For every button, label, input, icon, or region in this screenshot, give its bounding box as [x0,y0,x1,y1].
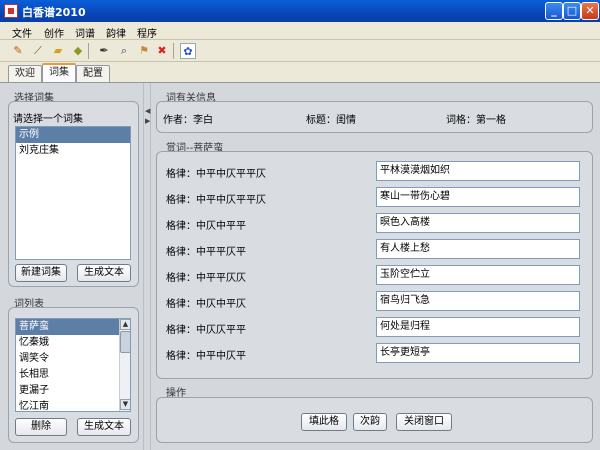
menu-bar: 文件 创作 词谱 韵律 程序 [0,22,600,40]
menu-rhyme[interactable]: 韵律 [106,25,126,40]
scroll-thumb[interactable] [120,331,130,353]
list-item[interactable]: 菩萨蛮 [16,319,130,335]
select-collection-panel: 请选择一个词集 示例 刘克庄集 新建词集 生成文本 [8,101,139,287]
generate-text-button[interactable]: 生成文本 [77,264,131,282]
tab-welcome[interactable]: 欢迎 [8,65,42,82]
list-item[interactable]: 忆江南 [16,399,130,411]
meter-label: 格律：中仄中平平 [166,221,246,232]
collection-listbox[interactable]: 示例 刘克庄集 [15,126,131,260]
line-text-field[interactable]: 平林漠漠烟如织 [376,161,580,181]
expand-right-icon[interactable]: ▶ [145,117,150,125]
toolbar: ✎ ⟋ ▰ ◆ ✒ ⌕ ⚑ ✖ ✿ [0,40,600,62]
app-icon [4,4,18,18]
pencil-icon[interactable]: ✎ [10,43,26,59]
list-item[interactable]: 长相思 [16,367,130,383]
select-collection-prompt: 请选择一个词集 [13,114,83,125]
menu-file[interactable]: 文件 [12,25,32,40]
delete-button[interactable]: 删除 [15,418,67,436]
tab-bar: 欢迎 词集 配置 [0,62,600,82]
tab-content: 选择词集 请选择一个词集 示例 刘克庄集 新建词集 生成文本 词列表 菩萨蛮 忆… [0,82,600,450]
meter-label: 格律：中平中仄平 [166,351,246,362]
ci-listbox[interactable]: 菩萨蛮 忆秦娥 调笑令 长相思 更漏子 忆江南 ▲ ▼ [15,318,131,412]
meter-label: 格律：中平中仄平平仄 [166,169,266,180]
folder-open-icon[interactable]: ▰ [50,43,66,59]
menu-create[interactable]: 创作 [44,25,64,40]
info-panel [156,101,593,133]
tag-icon[interactable]: ◆ [70,43,86,59]
fill-button[interactable]: 填此格 [301,413,347,431]
scroll-up-icon[interactable]: ▲ [120,319,130,330]
line-text-field[interactable]: 长亭更短亭 [376,343,580,363]
delete-x-icon[interactable]: ✖ [154,43,170,59]
line-text-field[interactable]: 暝色入高楼 [376,213,580,233]
magnifier-icon[interactable]: ⌕ [116,43,132,59]
meter-label: 格律：中平平仄仄 [166,273,246,284]
form-text: 词格：第一格 [446,115,506,126]
minimize-button[interactable]: _ [545,2,563,20]
meter-label: 格律：中平平仄平 [166,247,246,258]
pen-nib-icon[interactable]: ✒ [96,43,112,59]
title-text: 标题：闺情 [306,115,356,126]
split-divider[interactable]: ◀ ▶ [143,83,151,450]
paw-icon[interactable]: ✿ [180,43,196,59]
toolbar-separator [88,43,89,59]
brush-icon[interactable]: ⟋ [30,43,46,59]
close-button[interactable]: ✕ [581,2,599,20]
meter-label: 格律：中平中仄平平仄 [166,195,266,206]
generate-text-button[interactable]: 生成文本 [77,418,131,436]
list-item[interactable]: 刘克庄集 [16,143,130,159]
list-item[interactable]: 忆秦娥 [16,335,130,351]
list-item[interactable]: 更漏子 [16,383,130,399]
tab-config[interactable]: 配置 [76,65,110,82]
window-title: 白香谱2010 [22,6,86,19]
close-window-button[interactable]: 关闭窗口 [396,413,452,431]
meter-label: 格律：中仄中平仄 [166,299,246,310]
line-text-field[interactable]: 有人楼上愁 [376,239,580,259]
line-text-field[interactable]: 何处是归程 [376,317,580,337]
ci-list-scrollbar[interactable]: ▲ ▼ [119,319,130,411]
maximize-button[interactable]: □ [563,2,581,20]
meter-label: 格律：中仄仄平平 [166,325,246,336]
flag-icon[interactable]: ⚑ [136,43,152,59]
collapse-left-icon[interactable]: ◀ [145,107,150,115]
menu-cipu[interactable]: 词谱 [75,25,95,40]
toolbar-separator [173,43,174,59]
rhyme-button[interactable]: 次韵 [353,413,387,431]
line-text-field[interactable]: 寒山一带伤心碧 [376,187,580,207]
title-bar: 白香谱2010 _ □ ✕ [0,0,600,22]
ci-list-panel: 菩萨蛮 忆秦娥 调笑令 长相思 更漏子 忆江南 ▲ ▼ 删除 生成文本 [8,307,139,443]
menu-program[interactable]: 程序 [137,25,157,40]
scroll-down-icon[interactable]: ▼ [120,399,130,410]
list-item[interactable]: 示例 [16,127,130,143]
line-text-field[interactable]: 玉阶空伫立 [376,265,580,285]
tab-collection[interactable]: 词集 [42,63,76,82]
line-text-field[interactable]: 宿鸟归飞急 [376,291,580,311]
new-collection-button[interactable]: 新建词集 [15,264,67,282]
author-text: 作者：李白 [163,115,213,126]
list-item[interactable]: 调笑令 [16,351,130,367]
